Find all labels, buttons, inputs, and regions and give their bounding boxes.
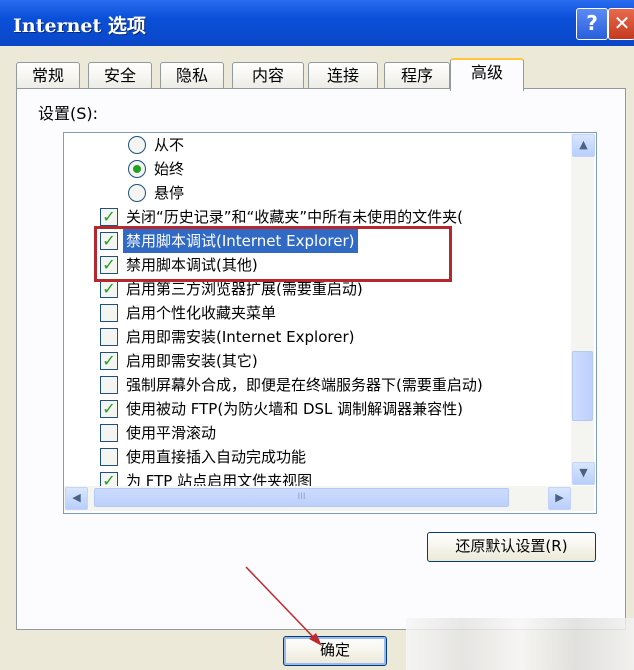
annotation-arrow [245,566,322,646]
tab-advanced[interactable]: 高级 [450,58,524,91]
internet-options-window: Internet 选项 ? ✕ 常规 安全 隐私 内容 连接 程序 高级 设置(… [0,0,634,670]
watermark-blur [406,618,634,670]
